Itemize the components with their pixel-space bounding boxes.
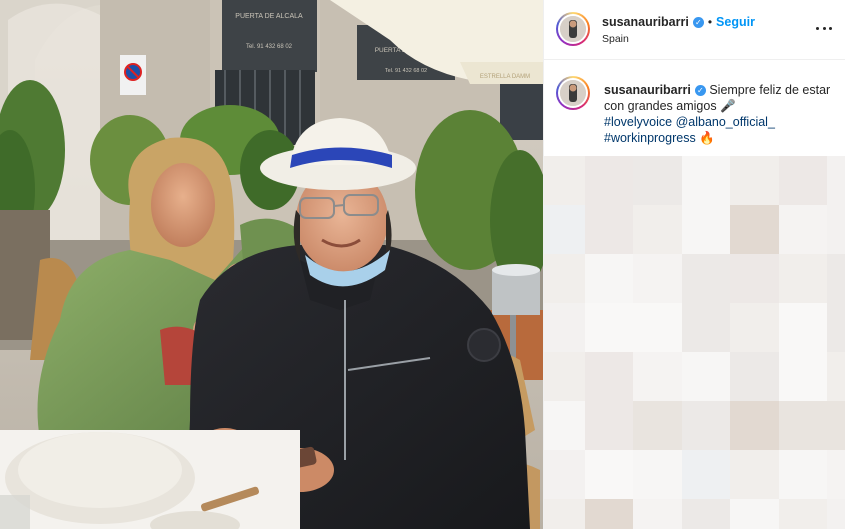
blur-cell: [730, 499, 780, 529]
blur-cell: [633, 254, 683, 304]
photo-illustration: PUERTA DE ALCALA Tel. 91 432 68 02 PUERT…: [0, 0, 543, 529]
caption-avatar-image: [560, 80, 586, 106]
blur-cell: [827, 499, 845, 529]
blur-cell: [544, 205, 586, 255]
separator-dot: •: [707, 15, 713, 29]
blur-cell: [681, 352, 731, 402]
location-link[interactable]: Spain: [602, 33, 629, 45]
blur-cell: [778, 205, 828, 255]
blur-cell: [730, 450, 780, 500]
post-photo[interactable]: PUERTA DE ALCALA Tel. 91 432 68 02 PUERT…: [0, 0, 543, 529]
blur-cell: [681, 303, 731, 353]
blur-cell: [681, 254, 731, 304]
blur-cell: [730, 205, 780, 255]
sign-1-line1: PUERTA DE ALCALA: [235, 13, 303, 20]
blur-cell: [730, 156, 780, 206]
umbrella-text: ESTRELLA DAMM: [480, 74, 530, 80]
blur-cell: [778, 499, 828, 529]
more-options-icon[interactable]: [816, 22, 832, 34]
blur-cell: [681, 156, 731, 206]
blur-cell: [827, 205, 845, 255]
blur-cell: [778, 254, 828, 304]
blur-cell: [544, 450, 586, 500]
blur-cell: [778, 156, 828, 206]
follow-button[interactable]: Seguir: [716, 15, 755, 29]
blur-cell: [633, 401, 683, 451]
blur-cell: [584, 352, 634, 402]
verified-icon: ✓: [692, 17, 704, 28]
blur-cell: [633, 450, 683, 500]
blur-cell: [827, 303, 845, 353]
blur-cell: [584, 499, 634, 529]
blur-cell: [584, 156, 634, 206]
fire-icon: 🔥: [699, 131, 715, 145]
blur-cell: [584, 205, 634, 255]
avatar-image: [560, 16, 586, 42]
blur-cell: [544, 352, 586, 402]
blur-cell: [633, 352, 683, 402]
blur-cell: [778, 352, 828, 402]
blur-cell: [827, 254, 845, 304]
blur-cell: [584, 303, 634, 353]
blur-cell: [681, 450, 731, 500]
blur-cell: [730, 352, 780, 402]
blurred-comments-area: [544, 156, 845, 529]
blur-cell: [544, 401, 586, 451]
sign-2-line2: Tel. 91 432 68 02: [385, 68, 427, 74]
blur-cell: [730, 401, 780, 451]
username-link[interactable]: susanauribarri: [602, 15, 689, 29]
blur-cell: [778, 401, 828, 451]
hashtag-lovelyvoice[interactable]: #lovelyvoice: [604, 115, 672, 129]
sign-1-line2: Tel. 91 432 68 02: [246, 44, 293, 50]
blur-cell: [544, 303, 586, 353]
blur-cell: [827, 450, 845, 500]
post-header: susanauribarri ✓ • Seguir Spain: [544, 0, 845, 60]
blur-cell: [827, 352, 845, 402]
blur-cell: [778, 450, 828, 500]
blur-cell: [633, 303, 683, 353]
blur-cell: [778, 303, 828, 353]
blur-cell: [633, 156, 683, 206]
blur-cell: [584, 450, 634, 500]
blur-cell: [633, 499, 683, 529]
blur-cell: [681, 205, 731, 255]
microphone-icon: 🎤: [720, 99, 736, 113]
blur-cell: [544, 254, 586, 304]
blur-cell: [584, 254, 634, 304]
post-caption: susanauribarri ✓ Siempre feliz de estar c…: [604, 82, 834, 146]
caption-verified-icon: ✓: [694, 85, 706, 96]
blur-cell: [730, 254, 780, 304]
blur-cell: [730, 303, 780, 353]
blur-cell: [827, 401, 845, 451]
caption-avatar[interactable]: [556, 76, 590, 110]
blur-cell: [544, 156, 586, 206]
blur-cell: [681, 401, 731, 451]
blur-cell: [681, 499, 731, 529]
caption-username[interactable]: susanauribarri: [604, 83, 691, 97]
avatar[interactable]: [556, 12, 590, 46]
blur-cell: [827, 156, 845, 206]
post-side-panel: susanauribarri ✓ • Seguir Spain susanauriba…: [543, 0, 845, 529]
mention-albano[interactable]: @albano_official_: [676, 115, 775, 129]
hashtag-workinprogress[interactable]: #workinprogress: [604, 131, 696, 145]
blur-cell: [584, 401, 634, 451]
blur-cell: [633, 205, 683, 255]
blur-cell: [544, 499, 586, 529]
